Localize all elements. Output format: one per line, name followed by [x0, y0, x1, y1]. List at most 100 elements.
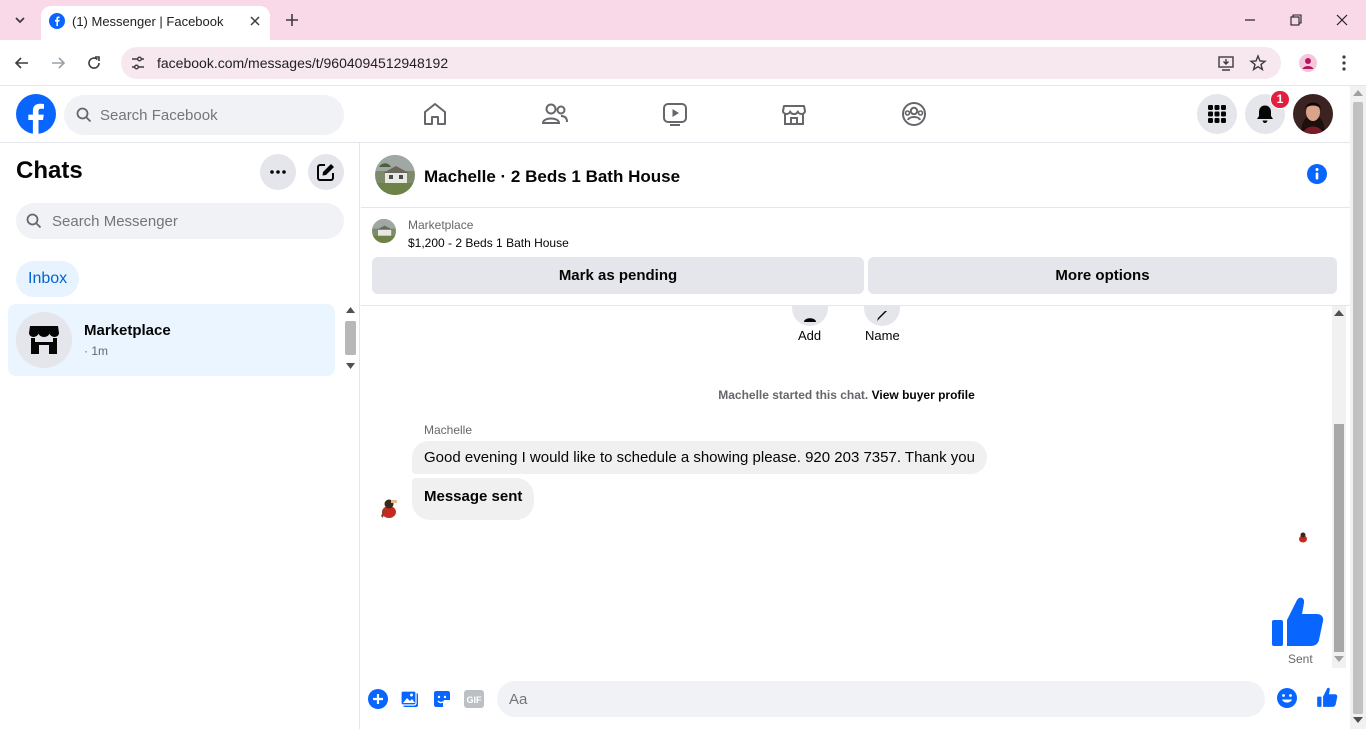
message-bubble[interactable]: Good evening I would like to schedule a … [412, 441, 987, 474]
close-window-button[interactable] [1330, 8, 1354, 32]
reload-button[interactable] [82, 51, 106, 75]
close-icon [250, 16, 260, 26]
thumbs-up-icon[interactable] [1316, 686, 1338, 708]
info-icon[interactable] [1307, 164, 1327, 184]
scroll-down-arrow-icon[interactable] [1353, 717, 1363, 723]
tab-close-button[interactable] [246, 12, 264, 30]
video-icon [663, 103, 687, 126]
emoji-icon[interactable] [1276, 687, 1298, 709]
scroll-up-arrow-icon[interactable] [346, 307, 355, 313]
thumbs-up-sent-icon[interactable] [1269, 594, 1325, 648]
minimize-button[interactable] [1238, 8, 1262, 32]
scroll-down-arrow-icon[interactable] [1334, 656, 1344, 662]
nav-friends[interactable] [535, 98, 575, 130]
new-message-button[interactable] [308, 154, 344, 190]
listing-thumbnail[interactable] [372, 219, 396, 243]
chats-title: Chats [16, 157, 83, 184]
restore-button[interactable] [1284, 8, 1308, 32]
arrow-right-icon [52, 57, 66, 69]
browser-toolbar: facebook.com/messages/t/9604094512948192 [0, 40, 1366, 86]
messenger-search[interactable] [16, 203, 344, 239]
message-bubble[interactable]: Message sent [412, 478, 535, 520]
pencil-icon [877, 311, 887, 321]
bookmark-star-icon[interactable] [1249, 54, 1267, 72]
scroll-up-arrow-icon[interactable] [1353, 90, 1363, 96]
chevron-down-icon [15, 17, 25, 24]
reload-icon [88, 56, 100, 69]
add-action-button[interactable] [792, 306, 828, 326]
seen-by-avatar-icon [1299, 532, 1307, 543]
browser-menu-button[interactable] [1332, 51, 1356, 75]
arrow-left-icon [14, 57, 28, 69]
chat-name: Marketplace [84, 322, 171, 339]
person-add-icon [804, 318, 816, 322]
facebook-search-input[interactable] [100, 95, 330, 135]
message-thread: Add Name Machelle started this chat. Vie… [361, 306, 1332, 668]
mark-as-pending-button[interactable]: Mark as pending [372, 257, 864, 294]
close-icon [1336, 14, 1348, 26]
user-photo-icon [1293, 94, 1333, 134]
gif-button[interactable]: GIF [463, 688, 485, 710]
plus-circle-icon [368, 689, 388, 709]
site-info-icon[interactable] [129, 54, 147, 72]
listing-source: Marketplace [408, 218, 474, 232]
facebook-search[interactable] [64, 95, 344, 135]
browser-tab[interactable]: (1) Messenger | Facebook [41, 6, 270, 40]
listing-bar: Marketplace $1,200 - 2 Beds 1 Bath House… [361, 208, 1350, 306]
sent-status: Sent [1288, 652, 1313, 666]
menu-apps-button[interactable] [1197, 94, 1237, 134]
more-options-button[interactable]: More options [868, 257, 1337, 294]
browser-profile-button[interactable] [1296, 51, 1320, 75]
message-input[interactable] [509, 681, 1209, 717]
account-avatar[interactable] [1293, 94, 1333, 134]
browser-tab-strip: (1) Messenger | Facebook [0, 0, 1366, 40]
new-tab-button[interactable] [281, 9, 303, 31]
scroll-down-arrow-icon[interactable] [346, 363, 355, 369]
message-thread-scrollbar[interactable] [1332, 306, 1346, 668]
profile-icon [1299, 54, 1317, 72]
conversation-header: Machelle · 2 Beds 1 Bath House [361, 143, 1350, 208]
tab-search-button[interactable] [8, 8, 32, 32]
sticker-button[interactable] [431, 688, 453, 710]
url-text: facebook.com/messages/t/9604094512948192 [157, 55, 449, 71]
messenger-search-input[interactable] [52, 203, 332, 239]
scrollbar-thumb[interactable] [345, 321, 356, 355]
chat-list-item[interactable]: Marketplace · 1m [8, 304, 335, 376]
image-icon [400, 690, 418, 707]
conversation-avatar[interactable] [375, 155, 415, 195]
nav-marketplace[interactable] [774, 98, 814, 130]
name-action-button[interactable] [864, 306, 900, 326]
chat-timestamp: · 1m [84, 344, 108, 358]
compose-icon [317, 164, 334, 181]
page-scrollbar[interactable] [1350, 86, 1366, 729]
house-photo-icon [375, 155, 415, 195]
message-composer: GIF [361, 668, 1350, 729]
search-icon [76, 107, 92, 123]
facebook-logo-icon[interactable] [16, 94, 56, 134]
more-horizontal-icon [270, 170, 286, 174]
notification-badge: 1 [1270, 90, 1290, 109]
install-app-icon[interactable] [1217, 54, 1235, 72]
nav-home[interactable] [415, 98, 455, 130]
tab-inbox[interactable]: Inbox [16, 261, 80, 297]
attach-photo-button[interactable] [399, 688, 421, 710]
sender-avatar-icon[interactable] [375, 494, 403, 522]
chat-list-scrollbar[interactable] [343, 305, 358, 375]
chat-start-text: Machelle started this chat. [718, 388, 869, 402]
chat-start-notice: Machelle started this chat. View buyer p… [361, 388, 1332, 402]
listing-title[interactable]: $1,200 - 2 Beds 1 Bath House [408, 236, 569, 250]
message-input-wrapper[interactable] [497, 681, 1265, 717]
chats-options-button[interactable] [260, 154, 296, 190]
scroll-up-arrow-icon[interactable] [1334, 310, 1344, 316]
more-actions-button[interactable] [367, 688, 389, 710]
forward-button[interactable] [46, 51, 70, 75]
view-buyer-profile-link[interactable]: View buyer profile [872, 388, 975, 402]
facebook-favicon-icon [49, 13, 65, 29]
scrollbar-thumb[interactable] [1353, 102, 1363, 714]
nav-groups[interactable] [894, 98, 934, 130]
back-button[interactable] [10, 51, 34, 75]
nav-watch[interactable] [655, 98, 695, 130]
gif-icon: GIF [464, 690, 484, 708]
scrollbar-thumb[interactable] [1334, 424, 1344, 652]
address-bar[interactable]: facebook.com/messages/t/9604094512948192 [121, 47, 1281, 79]
